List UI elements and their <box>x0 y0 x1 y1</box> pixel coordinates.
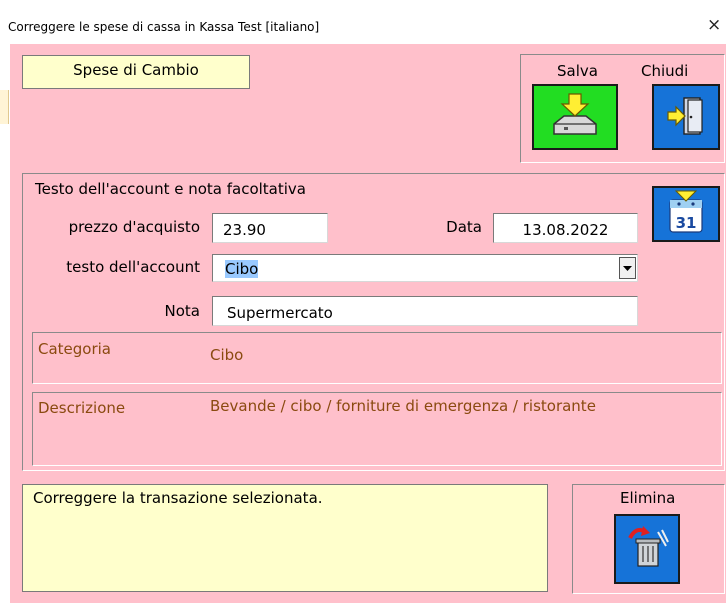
date-value: 13.08.2022 <box>522 221 609 239</box>
description-value: Bevande / cibo / forniture di emergenza … <box>210 397 596 415</box>
account-text-label: testo dell'account <box>66 258 200 276</box>
dropdown-button[interactable] <box>619 257 636 279</box>
description-label: Descrizione <box>38 399 126 417</box>
note-input[interactable]: Supermercato <box>212 296 638 326</box>
note-value: Supermercato <box>227 304 333 322</box>
tray-download-icon <box>553 93 597 135</box>
date-label: Data <box>446 218 482 236</box>
close-button-label: Chiudi <box>641 62 689 80</box>
calendar-day-text: 31 <box>676 214 697 232</box>
status-message: Correggere la transazione selezionata. <box>33 489 323 507</box>
account-text-select[interactable]: Cibo <box>212 254 638 282</box>
window-title: Correggere le spese di cassa in Kassa Te… <box>8 20 320 34</box>
account-text-value: Cibo <box>225 260 259 278</box>
left-edge-strip <box>0 44 10 603</box>
price-value: 23.90 <box>223 221 266 239</box>
account-panel-title: Testo dell'account e nota facoltativa <box>35 180 306 198</box>
window-close-button[interactable]: × <box>707 15 721 35</box>
price-label: prezzo d'acquisto <box>68 218 200 236</box>
trash-icon <box>628 526 669 567</box>
left-edge-marker <box>0 90 9 124</box>
delete-button[interactable] <box>614 514 680 584</box>
close-form-button[interactable] <box>652 84 720 150</box>
calendar-icon: 31 <box>669 190 703 233</box>
chevron-down-icon <box>623 266 632 271</box>
save-button-label: Salva <box>557 62 598 80</box>
note-label: Nota <box>164 302 200 320</box>
save-button[interactable] <box>532 84 618 150</box>
date-input[interactable]: 13.08.2022 <box>493 213 638 243</box>
category-box <box>32 332 722 384</box>
category-value: Cibo <box>210 346 244 364</box>
price-input[interactable]: 23.90 <box>212 213 328 243</box>
category-label: Categoria <box>38 340 112 358</box>
calendar-button[interactable]: 31 <box>652 186 720 242</box>
section-label: Spese di Cambio <box>22 55 250 89</box>
exit-door-icon <box>667 97 703 135</box>
delete-button-label: Elimina <box>620 489 676 507</box>
